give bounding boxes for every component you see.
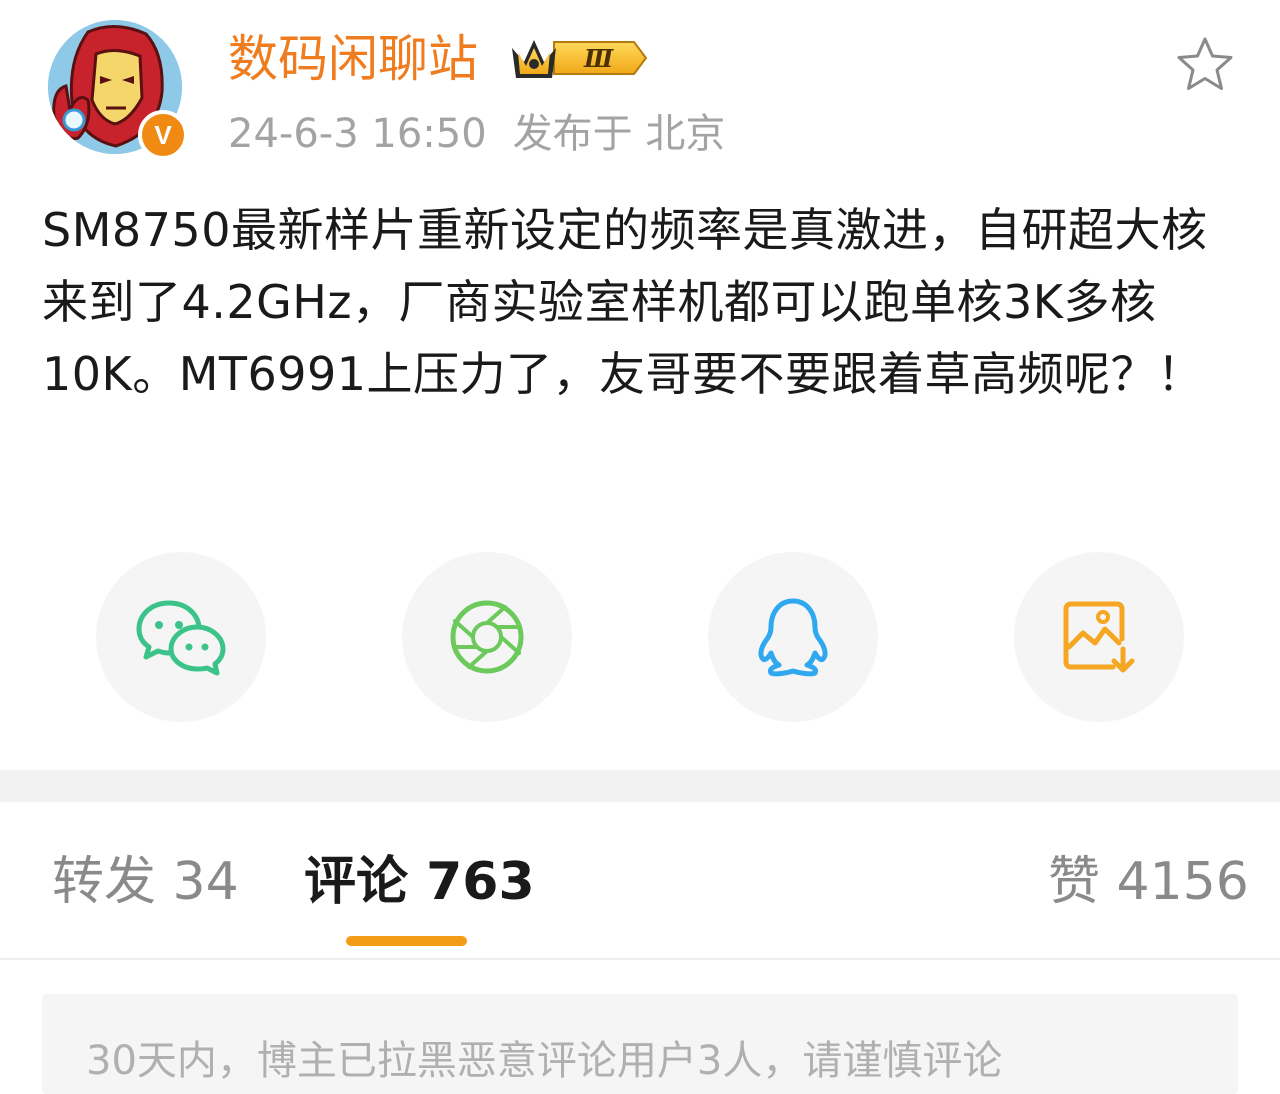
save-image-icon	[1063, 601, 1135, 673]
share-bar	[0, 552, 1280, 726]
comment-notice-text: 30天内，博主已拉黑恶意评论用户3人，请谨慎评论	[86, 1038, 1003, 1084]
tab-comment[interactable]: 评论 763	[304, 850, 535, 914]
qq-penguin-icon	[758, 598, 828, 677]
post-header: V 数码闲聊站 Ⅲ 24-6-3 16:50 发布于 北京	[0, 0, 1280, 180]
share-wechat-button[interactable]	[96, 552, 266, 722]
comment-notice: 30天内，博主已拉黑恶意评论用户3人，请谨慎评论	[42, 994, 1238, 1094]
tab-like[interactable]: 赞 4156	[1048, 850, 1249, 914]
share-qq-button[interactable]	[708, 552, 878, 722]
post-timestamp: 24-6-3 16:50	[228, 111, 487, 157]
camera-shutter-icon	[450, 600, 524, 674]
save-image-button[interactable]	[1014, 552, 1184, 722]
wechat-icon	[136, 600, 226, 676]
tab-repost[interactable]: 转发 34	[52, 850, 239, 914]
crown-level-badge-icon[interactable]: Ⅲ	[510, 34, 650, 82]
level-badge-text: Ⅲ	[583, 44, 614, 73]
interaction-tabs: 转发 34 评论 763 赞 4156	[0, 802, 1280, 960]
star-outline-icon[interactable]	[1174, 34, 1236, 96]
post-body: SM8750最新样片重新设定的频率是真激进，自研超大核来到了4.2GHz，厂商实…	[42, 203, 1208, 401]
share-moments-button[interactable]	[402, 552, 572, 722]
active-tab-indicator	[346, 936, 467, 946]
post-meta: 24-6-3 16:50 发布于 北京	[228, 108, 725, 160]
post-location: 发布于 北京	[512, 111, 726, 157]
author-name[interactable]: 数码闲聊站	[228, 26, 478, 92]
section-divider	[0, 770, 1280, 802]
verified-badge: V	[138, 110, 188, 160]
verified-badge-label: V	[154, 119, 172, 150]
